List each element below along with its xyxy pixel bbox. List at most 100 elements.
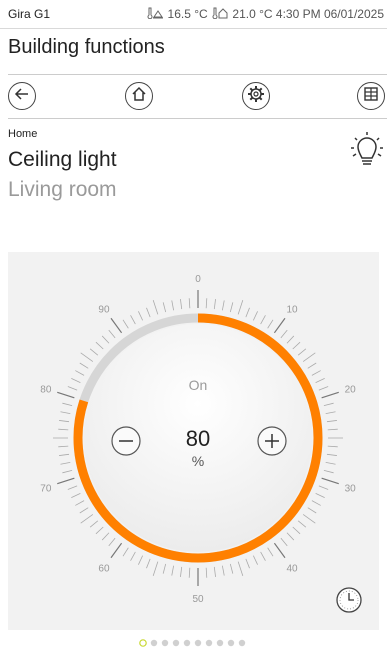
dial-tick [67,485,78,490]
dial-tick [57,391,75,399]
dial-tick [89,348,99,356]
dial-tick [89,520,99,528]
dial-tick [162,563,167,574]
dial-tick [101,335,110,344]
dial-tick [75,370,85,376]
grid-button[interactable] [357,82,385,110]
dial-tick [71,492,81,498]
dial-tick [108,537,116,547]
dial-tick [213,566,216,577]
dial-tick [326,420,337,423]
dial-tick [307,362,317,369]
dial-tick [80,514,94,524]
dial-tick [71,378,81,384]
device-room: Living room [8,178,117,201]
outdoor-thermometer-icon [211,7,229,22]
dial-tick [315,378,325,384]
dial-tick [237,561,244,577]
nav-divider [8,118,387,119]
page-dot[interactable] [139,639,147,647]
dial-tick [146,558,151,569]
dial-tick [171,565,175,576]
dial-tick [67,386,78,391]
dial-scale-label: 50 [192,594,204,605]
dial-tick [307,507,317,514]
dial-tick [62,402,73,407]
dial-scale-label: 30 [345,483,357,494]
breadcrumb[interactable]: Home [8,128,37,140]
page-dot[interactable] [238,639,246,647]
dial-tick [122,319,129,329]
dial-tick [326,453,337,456]
dimmer-value: 80 [186,426,210,451]
page-dot[interactable] [227,639,235,647]
timer-button[interactable] [335,586,363,614]
dial-tick [311,500,321,506]
status-info: 16.5 °C 21.0 °C 4:30 PM 06/01/2025 [146,7,384,22]
house-icon [131,86,147,107]
dial-tick [57,477,75,485]
dial-tick [273,542,286,559]
grid-icon [364,86,378,106]
dial-tick [286,335,295,344]
home-button[interactable] [125,82,153,110]
dial-tick [321,391,339,399]
dial-tick [162,302,167,313]
dial-tick [205,298,208,309]
decrease-button[interactable] [111,426,141,456]
clock-icon [335,587,363,618]
status-date: 06/01/2025 [323,7,384,21]
dial-tick [221,565,225,576]
page-dot[interactable] [194,639,202,647]
dial-tick [60,411,71,415]
indoor-thermometer-icon [146,7,164,22]
dial-tick [213,299,216,310]
light-bulb-icon [350,130,384,170]
dial-tick [292,341,301,350]
dial-tick [60,461,71,465]
dial-tick [311,370,321,376]
dial-scale-label: 90 [98,305,110,316]
app-name: Gira G1 [8,7,51,21]
dial-tick [138,555,144,565]
dial-tick [79,507,89,514]
dial-tick [302,352,316,362]
dial-tick [58,428,69,431]
back-button[interactable] [8,82,36,110]
dial-tick [188,567,191,578]
dial-tick [138,311,144,321]
dial-tick [297,520,307,528]
dial-tick [245,307,250,318]
dial-tick [205,567,208,578]
status-divider [0,28,387,29]
dial-tick [58,445,69,448]
page-dot[interactable] [183,639,191,647]
dial-tick [321,477,339,485]
dial-scale-label: 20 [345,385,357,396]
dial-tick [252,311,258,321]
arrow-left-icon [14,86,30,107]
dial-tick [280,537,288,547]
page-dot[interactable] [216,639,224,647]
page-dot[interactable] [172,639,180,647]
page-dot[interactable] [205,639,213,647]
page-title: Building functions [8,36,165,58]
dial-tick [188,298,191,309]
dimmer-dial[interactable]: 0 10 20 30 40 50 60 70 80 90 On 80 % [8,252,379,630]
dial-tick [325,461,336,465]
page-indicator[interactable] [0,636,387,650]
dial-tick [286,532,295,541]
dial-tick [180,299,183,310]
dial-tick [110,317,123,334]
dial-scale-label: 80 [40,385,52,396]
dial-tick [245,558,250,569]
page-dot[interactable] [150,639,158,647]
dial-tick [152,561,159,577]
dial-scale-label: 70 [40,483,52,494]
increase-button[interactable] [257,426,287,456]
settings-button[interactable] [242,82,270,110]
page-dot[interactable] [161,639,169,647]
dial-tick [315,492,325,498]
dial-tick [229,302,234,313]
dial-tick [110,542,123,559]
